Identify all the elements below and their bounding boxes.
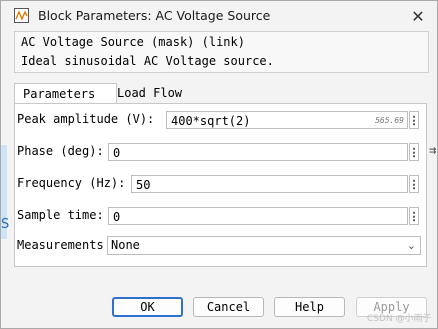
- measurements-label: Measurements: [17, 238, 104, 252]
- sample-time-value: 0: [113, 210, 121, 224]
- phase-input[interactable]: 0: [108, 143, 408, 161]
- frequency-value: 50: [136, 178, 151, 192]
- frequency-label: Frequency (Hz):: [17, 176, 126, 190]
- mask-description: Ideal sinusoidal AC Voltage source.: [21, 54, 274, 68]
- peak-amplitude-input[interactable]: 400*sqrt(2) 565.69: [166, 111, 408, 129]
- tab-bar: Parameters Load Flow: [14, 83, 427, 105]
- phase-more-icon[interactable]: ⋮: [409, 143, 420, 161]
- close-icon[interactable]: ✕: [399, 1, 437, 31]
- tab-parameters[interactable]: Parameters: [14, 83, 117, 105]
- help-button[interactable]: Help: [274, 297, 345, 317]
- peak-amplitude-more-icon[interactable]: ⋮: [409, 111, 420, 129]
- peak-amplitude-eval-hint: 565.69: [375, 116, 404, 125]
- mask-title: AC Voltage Source (mask) (link): [21, 35, 245, 49]
- parameters-panel: Peak amplitude (V): 400*sqrt(2) 565.69 ⋮…: [14, 103, 427, 267]
- ok-button[interactable]: OK: [112, 297, 183, 317]
- block-parameters-dialog: Block Parameters: AC Voltage Source ✕ AC…: [0, 0, 438, 329]
- peak-amplitude-value: 400*sqrt(2): [171, 114, 251, 128]
- background-symbol-fragment: ⇉: [429, 143, 437, 157]
- frequency-input[interactable]: 50: [131, 175, 408, 193]
- measurements-select[interactable]: None ⌄: [107, 236, 421, 255]
- background-label-fragment: S: [1, 217, 10, 232]
- phase-value: 0: [113, 146, 121, 160]
- simulink-block-icon: [14, 8, 29, 23]
- phase-label: Phase (deg):: [17, 144, 104, 158]
- mask-description-box: AC Voltage Source (mask) (link) Ideal si…: [14, 31, 429, 73]
- title-bar[interactable]: Block Parameters: AC Voltage Source ✕: [1, 1, 437, 31]
- tab-load-flow[interactable]: Load Flow: [109, 83, 190, 103]
- window-title: Block Parameters: AC Voltage Source: [38, 8, 271, 23]
- chevron-down-icon: ⌄: [406, 239, 416, 252]
- watermark: CSDN @小雨子: [367, 314, 432, 324]
- sample-time-more-icon[interactable]: ⋮: [409, 207, 420, 225]
- cancel-button[interactable]: Cancel: [193, 297, 264, 317]
- sample-time-input[interactable]: 0: [108, 207, 408, 225]
- sample-time-label: Sample time:: [17, 208, 104, 222]
- peak-amplitude-label: Peak amplitude (V):: [17, 112, 155, 126]
- frequency-more-icon[interactable]: ⋮: [409, 175, 420, 193]
- measurements-value: None: [111, 238, 140, 252]
